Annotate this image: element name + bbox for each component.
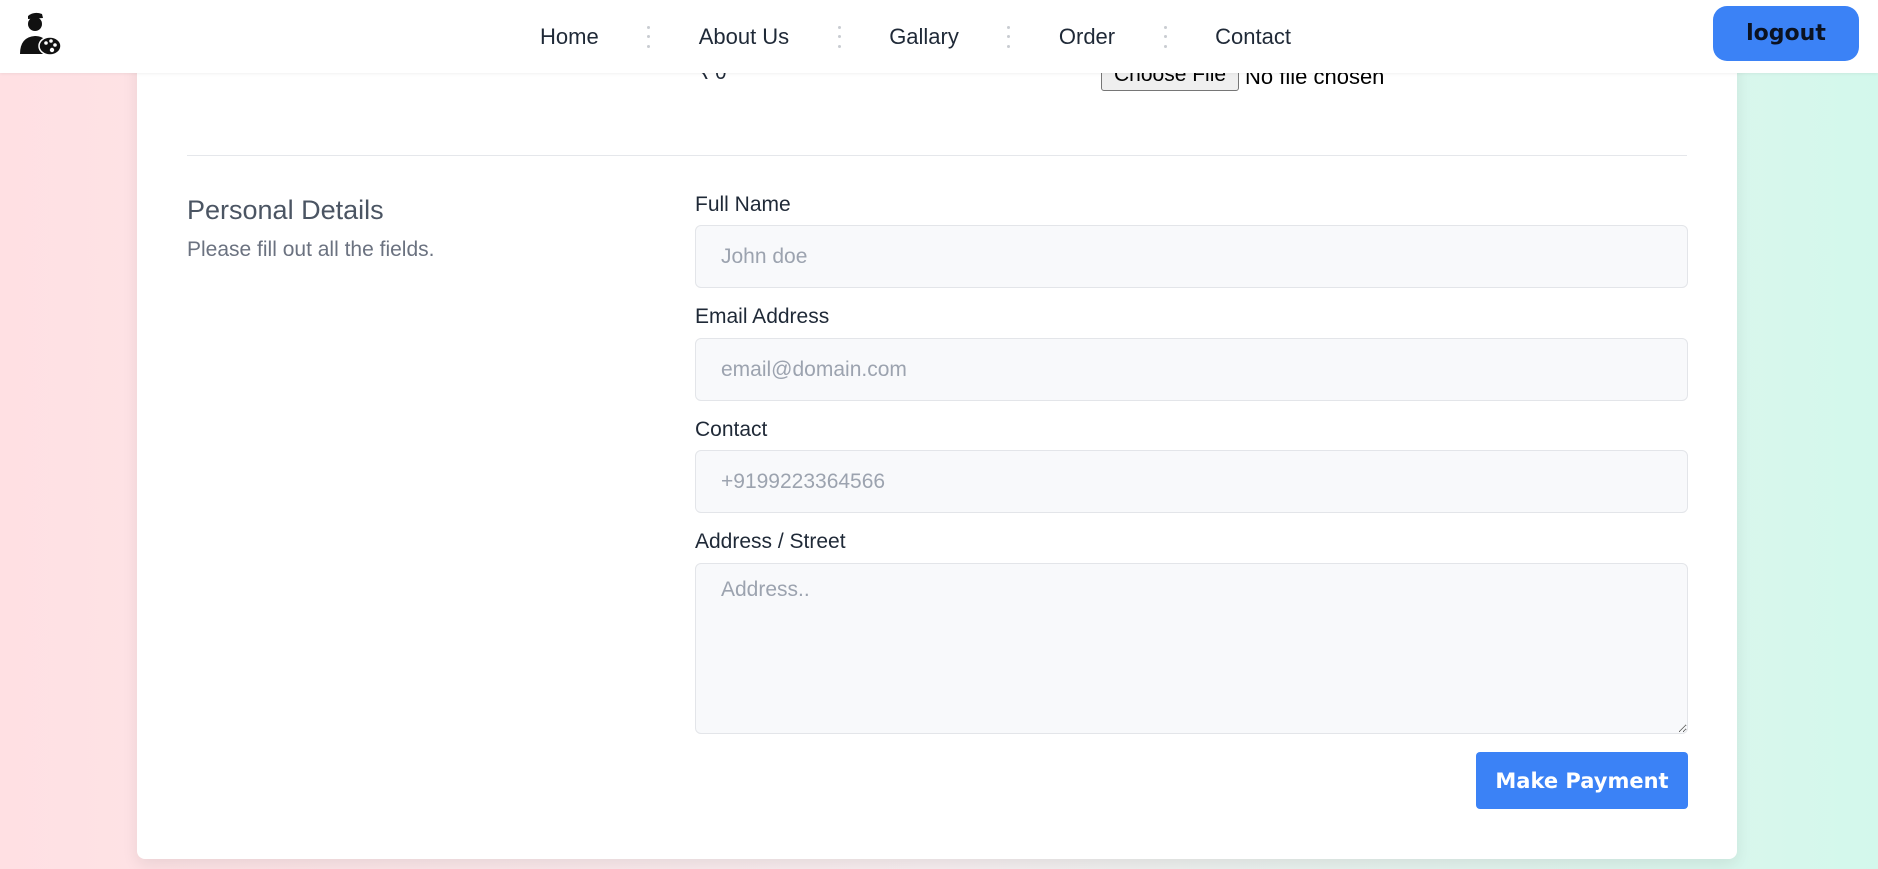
address-textarea[interactable] (695, 563, 1688, 734)
section-description: Please fill out all the fields. (187, 238, 435, 261)
email-label: Email Address (695, 305, 830, 328)
nav-contact[interactable]: Contact (1215, 24, 1291, 50)
nav-gallery[interactable]: Gallary (889, 24, 959, 50)
section-title: Personal Details (187, 195, 384, 225)
section-divider (187, 155, 1687, 156)
order-form-card: ₹ 0 Choose File No file chosen Personal … (137, 0, 1737, 859)
nav-about-us[interactable]: About Us (699, 24, 790, 50)
logout-button[interactable]: logout (1713, 6, 1859, 61)
address-label: Address / Street (695, 530, 846, 553)
nav-separator (837, 25, 841, 48)
full-name-input[interactable] (695, 225, 1688, 288)
contact-label: Contact (695, 418, 768, 441)
nav-order[interactable]: Order (1059, 24, 1115, 50)
top-navbar: Home About Us Gallary Order Contact logo… (0, 0, 1878, 73)
nav-separator (1163, 25, 1167, 48)
nav-home[interactable]: Home (540, 24, 599, 50)
nav-separator (1007, 25, 1011, 48)
nav-separator (647, 25, 651, 48)
main-nav: Home About Us Gallary Order Contact (540, 0, 1291, 73)
full-name-label: Full Name (695, 193, 791, 216)
contact-input[interactable] (695, 450, 1688, 513)
artist-palette-icon[interactable] (16, 10, 64, 58)
make-payment-button[interactable]: Make Payment (1476, 752, 1688, 809)
email-input[interactable] (695, 338, 1688, 401)
